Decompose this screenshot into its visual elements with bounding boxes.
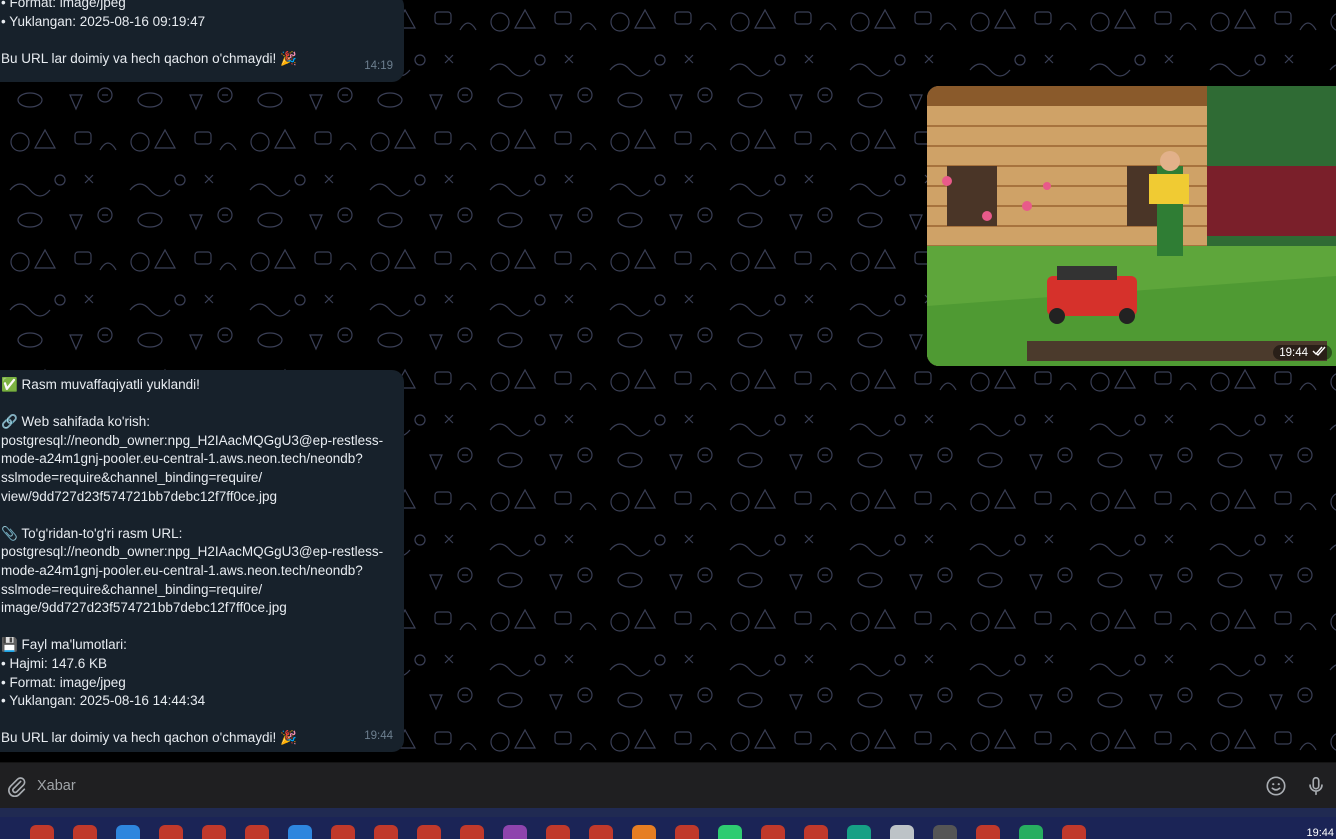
message-bubble-incoming[interactable]: ✅ Rasm muvaffaqiyatli yuklandi! 🔗 Web sa… xyxy=(0,370,404,752)
message-line: Bu URL lar doimiy va hech qachon o'chmay… xyxy=(1,50,297,66)
message-line xyxy=(1,395,396,414)
photo-time-pill: 19:44 xyxy=(1273,345,1332,360)
taskbar-app-icon[interactable] xyxy=(890,825,914,839)
paperclip-icon[interactable] xyxy=(0,763,37,809)
taskbar-app-icon[interactable] xyxy=(245,825,269,839)
message-link[interactable]: mode-a24m1gnj-pooler.eu-central-1.aws.ne… xyxy=(1,562,396,581)
message-link[interactable]: image/9dd727d23f574721bb7debc12f7ff0ce.j… xyxy=(1,599,396,618)
microphone-icon[interactable] xyxy=(1296,763,1336,809)
taskbar-apps xyxy=(30,825,1086,839)
taskbar-app-icon[interactable] xyxy=(374,825,398,839)
window-bottom-border xyxy=(0,808,1336,817)
taskbar-app-icon[interactable] xyxy=(288,825,312,839)
taskbar-app-icon[interactable] xyxy=(159,825,183,839)
message-bubble-incoming[interactable]: • Format: image/jpeg • Yuklangan: 2025-0… xyxy=(0,0,404,82)
message-link[interactable]: postgresql://neondb_owner:npg_H2IAacMQGg… xyxy=(1,543,396,562)
message-line: • Hajmi: 147.6 KB xyxy=(1,655,108,671)
message-time: 19:44 xyxy=(364,730,393,743)
taskbar-app-icon[interactable] xyxy=(546,825,570,839)
message-input[interactable] xyxy=(37,778,1256,794)
taskbar-app-icon[interactable] xyxy=(976,825,1000,839)
taskbar-app-icon[interactable] xyxy=(1019,825,1043,839)
taskbar-app-icon[interactable] xyxy=(804,825,828,839)
taskbar-clock[interactable]: 19:44 xyxy=(1306,827,1334,839)
message-line: 🔗 Web sahifada ko'rish: xyxy=(1,414,150,430)
message-link[interactable]: mode-a24m1gnj-pooler.eu-central-1.aws.ne… xyxy=(1,450,396,469)
message-composer xyxy=(0,762,1336,809)
message-link[interactable]: sslmode=require&channel_binding=require/ xyxy=(1,469,396,488)
taskbar-app-icon[interactable] xyxy=(417,825,441,839)
message-line: • Yuklangan: 2025-08-16 14:44:34 xyxy=(1,693,206,709)
message-link[interactable]: view/9dd727d23f574721bb7debc12f7ff0ce.jp… xyxy=(1,488,396,507)
taskbar-app-icon[interactable] xyxy=(331,825,355,839)
message-line xyxy=(1,31,396,50)
message-time: 14:19 xyxy=(364,60,393,73)
message-line: 💾 Fayl ma'lumotlari: xyxy=(1,637,127,653)
message-line: • Format: image/jpeg xyxy=(1,0,126,10)
message-line: 📎 To'g'ridan-to'g'ri rasm URL: xyxy=(1,525,183,541)
taskbar-app-icon[interactable] xyxy=(503,825,527,839)
photo-message[interactable]: 19:44 xyxy=(927,86,1336,366)
taskbar-app-icon[interactable] xyxy=(933,825,957,839)
taskbar-app-icon[interactable] xyxy=(718,825,742,839)
message-line: ✅ Rasm muvaffaqiyatli yuklandi! xyxy=(1,377,200,392)
smiley-icon[interactable] xyxy=(1256,763,1296,809)
message-line: • Yuklangan: 2025-08-16 09:19:47 xyxy=(1,13,206,29)
taskbar-app-icon[interactable] xyxy=(1062,825,1086,839)
message-link[interactable]: postgresql://neondb_owner:npg_H2IAacMQGg… xyxy=(1,432,396,451)
taskbar-app-icon[interactable] xyxy=(847,825,871,839)
taskbar-app-icon[interactable] xyxy=(73,825,97,839)
taskbar-app-icon[interactable] xyxy=(30,825,54,839)
message-line: • Format: image/jpeg xyxy=(1,674,126,690)
message-line xyxy=(1,506,396,525)
taskbar-app-icon[interactable] xyxy=(460,825,484,839)
taskbar-app-icon[interactable] xyxy=(116,825,140,839)
photo-time: 19:44 xyxy=(1279,346,1308,359)
taskbar-app-icon[interactable] xyxy=(589,825,613,839)
os-taskbar: 19:44 xyxy=(0,817,1336,839)
taskbar-app-icon[interactable] xyxy=(675,825,699,839)
lawn-mower-photo xyxy=(927,86,1336,366)
taskbar-app-icon[interactable] xyxy=(632,825,656,839)
message-line xyxy=(1,618,396,637)
taskbar-app-icon[interactable] xyxy=(202,825,226,839)
message-link[interactable]: sslmode=require&channel_binding=require/ xyxy=(1,581,396,600)
taskbar-app-icon[interactable] xyxy=(761,825,785,839)
message-line: Bu URL lar doimiy va hech qachon o'chmay… xyxy=(1,730,297,746)
double-check-icon xyxy=(1312,346,1326,359)
message-line xyxy=(1,711,396,730)
